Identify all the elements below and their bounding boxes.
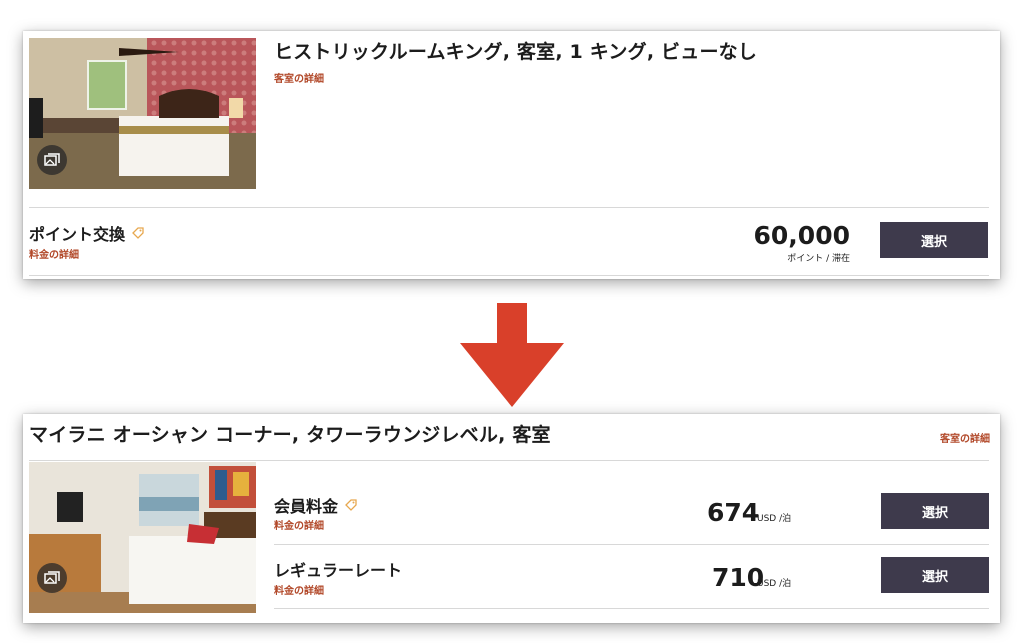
room-photo-image	[29, 462, 256, 613]
rate-details-link[interactable]: 料金の詳細	[29, 246, 79, 261]
price-unit: USD /泊	[757, 514, 792, 524]
down-arrow-icon	[460, 303, 564, 407]
room-photo[interactable]	[29, 462, 256, 613]
divider	[29, 460, 989, 461]
room-title: ヒストリックルームキング, 客室, 1 キング, ビューなし	[274, 41, 758, 63]
gallery-icon[interactable]	[37, 563, 67, 593]
rate-name-label: レギュラーレート	[274, 561, 403, 580]
select-button[interactable]: 選択	[881, 493, 989, 529]
rate-name: レギュラーレート	[274, 557, 402, 581]
room-card-mailani-ocean-corner: マイラニ オーシャン コーナー, タワーラウンジレベル, 客室 客室の詳細 会員…	[23, 414, 1000, 623]
rate-name: ポイント交換	[29, 221, 145, 245]
rate-details-link[interactable]: 料金の詳細	[274, 582, 324, 597]
tag-icon	[132, 227, 144, 239]
room-title: マイラニ オーシャン コーナー, タワーラウンジレベル, 客室	[29, 424, 551, 446]
divider	[274, 544, 989, 545]
rate-name-label: ポイント交換	[29, 225, 126, 244]
room-details-link[interactable]: 客室の詳細	[274, 70, 324, 85]
room-card-historic-king: ヒストリックルームキング, 客室, 1 キング, ビューなし 客室の詳細 ポイン…	[23, 31, 1000, 279]
tag-icon	[345, 499, 357, 511]
rate-name-label: 会員料金	[274, 497, 339, 516]
divider	[274, 608, 989, 609]
price-unit: USD /泊	[757, 579, 792, 589]
select-button[interactable]: 選択	[881, 557, 989, 593]
divider	[29, 207, 989, 208]
select-button[interactable]: 選択	[880, 222, 988, 258]
room-photo[interactable]	[29, 38, 256, 189]
room-details-link[interactable]: 客室の詳細	[940, 430, 990, 445]
price-value: 60,000	[753, 221, 850, 250]
divider	[29, 275, 989, 276]
price-unit: ポイント / 滞在	[787, 254, 850, 264]
rate-details-link[interactable]: 料金の詳細	[274, 517, 324, 532]
gallery-icon[interactable]	[37, 145, 67, 175]
price-value: 674	[707, 498, 760, 527]
rate-name: 会員料金	[274, 493, 358, 517]
